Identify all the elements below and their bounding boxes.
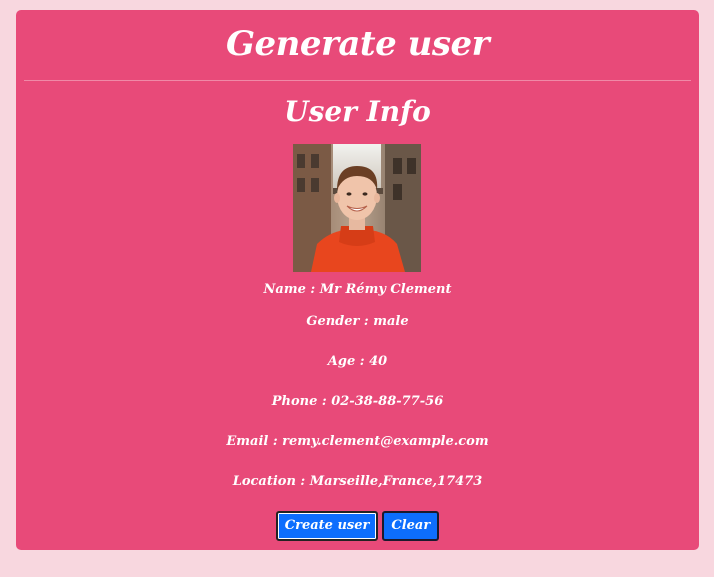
header-divider: [24, 80, 691, 81]
user-generator-card: Generate user User Info Name: Mr Rémy C…: [16, 10, 699, 550]
user-email: Email : remy.clement@example.com: [226, 434, 489, 449]
clear-button[interactable]: Clear: [382, 511, 440, 541]
user-location: Location : Marseille,France,17473: [232, 474, 483, 489]
user-name: Name : Mr Rémy Clement: [263, 282, 452, 297]
page-title: Generate user: [225, 24, 490, 64]
user-age: Age : 40: [327, 354, 388, 369]
user-avatar: [293, 144, 421, 272]
user-info-heading: User Info: [284, 95, 431, 128]
user-gender: Gender : male: [306, 314, 409, 329]
create-user-button[interactable]: Create user: [275, 511, 379, 541]
action-buttons: Create user Clear: [16, 511, 699, 541]
user-photo-image: [293, 144, 421, 272]
user-phone: Phone : 02-38-88-77-56: [271, 394, 444, 409]
